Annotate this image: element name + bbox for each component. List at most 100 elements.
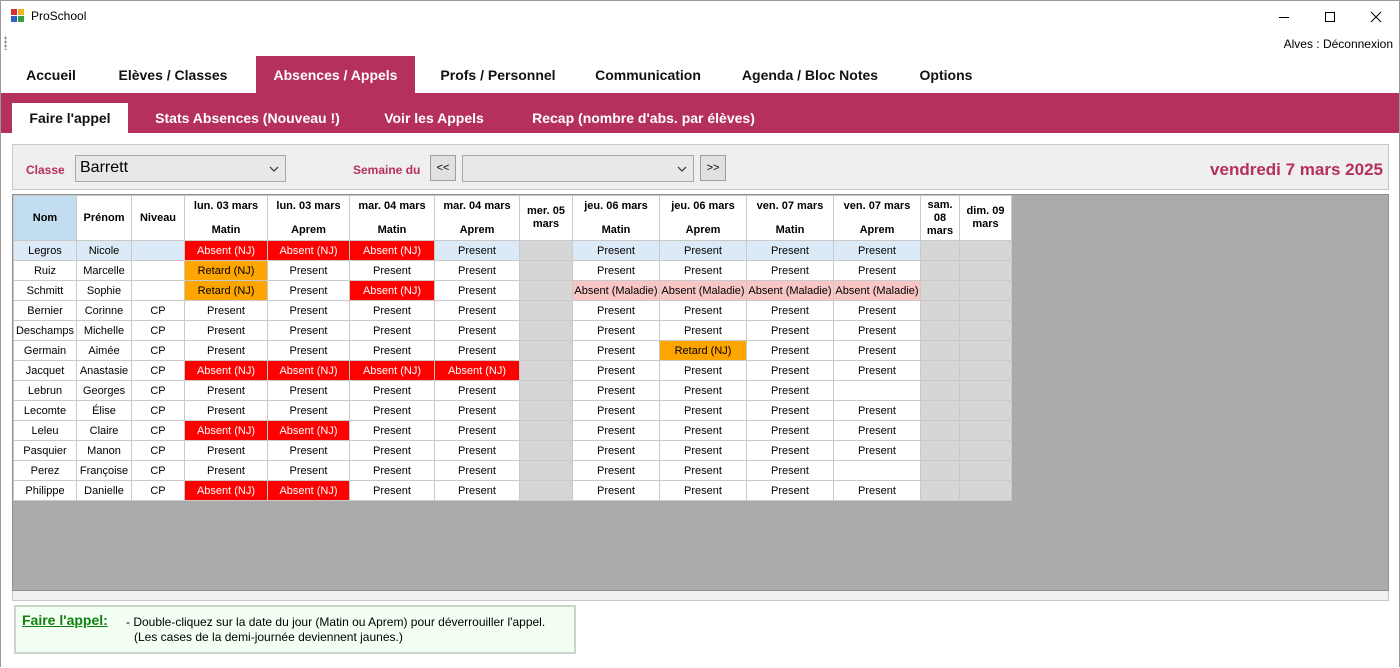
attendance-cell[interactable]: Present xyxy=(746,340,834,361)
attendance-cell[interactable]: Present xyxy=(833,420,921,441)
attendance-cell[interactable] xyxy=(519,300,573,321)
attendance-cell[interactable]: Present xyxy=(184,320,268,341)
attendance-cell[interactable]: Present xyxy=(434,280,520,301)
attendance-cell[interactable]: Present xyxy=(434,240,520,261)
attendance-cell[interactable]: Present xyxy=(746,440,834,461)
attendance-cell[interactable]: Retard (NJ) xyxy=(184,260,268,281)
attendance-cell[interactable] xyxy=(920,420,960,441)
attendance-cell[interactable] xyxy=(959,260,1012,281)
attendance-cell[interactable]: Present xyxy=(572,320,660,341)
attendance-cell[interactable]: Present xyxy=(267,280,350,301)
student-level[interactable]: CP xyxy=(131,380,185,401)
attendance-cell[interactable] xyxy=(959,360,1012,381)
student-level[interactable]: CP xyxy=(131,360,185,381)
column-header[interactable]: Niveau xyxy=(131,195,185,241)
table-row[interactable]: Philippe Danielle CP Absent (NJ) Absent (NJ)… xyxy=(13,480,1012,501)
attendance-cell[interactable] xyxy=(959,480,1012,501)
attendance-cell[interactable]: Present xyxy=(572,300,660,321)
student-first-name[interactable]: Nicole xyxy=(76,240,132,261)
student-first-name[interactable]: Élise xyxy=(76,400,132,421)
table-row[interactable]: Bernier Corinne CP Present Present Present Pre… xyxy=(13,300,1012,321)
column-header[interactable]: mar. 04 mars Matin xyxy=(349,195,435,241)
attendance-cell[interactable]: Present xyxy=(833,360,921,381)
column-header[interactable]: lun. 03 mars Matin xyxy=(184,195,268,241)
student-last-name[interactable]: Lebrun xyxy=(13,380,77,401)
attendance-cell[interactable]: Present xyxy=(349,320,435,341)
user-logout-link[interactable]: Alves : Déconnexion xyxy=(1284,37,1393,51)
table-row[interactable]: Ruiz Marcelle Retard (NJ) Present Present Pre… xyxy=(13,260,1012,281)
attendance-cell[interactable]: Present xyxy=(833,320,921,341)
attendance-cell[interactable]: Present xyxy=(572,260,660,281)
tab-agenda-bloc-notes[interactable]: Agenda / Bloc Notes xyxy=(725,56,895,93)
attendance-cell[interactable] xyxy=(519,280,573,301)
previous-week-button[interactable]: << xyxy=(430,155,456,181)
column-header[interactable]: ven. 07 mars Matin xyxy=(746,195,834,241)
student-first-name[interactable]: Anastasie xyxy=(76,360,132,381)
attendance-cell[interactable]: Present xyxy=(746,320,834,341)
attendance-cell[interactable] xyxy=(920,440,960,461)
attendance-cell[interactable]: Present xyxy=(572,440,660,461)
attendance-cell[interactable] xyxy=(519,240,573,261)
attendance-cell[interactable]: Absent (Maladie) xyxy=(833,280,921,301)
attendance-cell[interactable]: Absent (Maladie) xyxy=(572,280,660,301)
attendance-cell[interactable]: Present xyxy=(659,260,747,281)
student-first-name[interactable]: Danielle xyxy=(76,480,132,501)
attendance-cell[interactable]: Present xyxy=(572,360,660,381)
attendance-cell[interactable] xyxy=(519,400,573,421)
attendance-cell[interactable] xyxy=(920,300,960,321)
attendance-cell[interactable]: Present xyxy=(434,400,520,421)
attendance-cell[interactable]: Present xyxy=(349,400,435,421)
attendance-cell[interactable]: Present xyxy=(659,480,747,501)
horizontal-scrollbar[interactable] xyxy=(12,591,1389,601)
attendance-cell[interactable]: Absent (NJ) xyxy=(184,360,268,381)
attendance-cell[interactable]: Present xyxy=(349,340,435,361)
attendance-cell[interactable]: Absent (NJ) xyxy=(349,240,435,261)
student-level[interactable]: CP xyxy=(131,300,185,321)
attendance-cell[interactable]: Present xyxy=(746,300,834,321)
attendance-cell[interactable] xyxy=(920,480,960,501)
attendance-cell[interactable]: Present xyxy=(572,460,660,481)
attendance-cell[interactable]: Present xyxy=(833,400,921,421)
subtab-recap[interactable]: Recap (nombre d'abs. par élèves) xyxy=(511,103,776,133)
table-row[interactable]: Lecomte Élise CP Present Present Present Prese… xyxy=(13,400,1012,421)
student-level[interactable]: CP xyxy=(131,440,185,461)
attendance-cell[interactable]: Present xyxy=(746,400,834,421)
attendance-cell[interactable]: Present xyxy=(184,340,268,361)
table-row[interactable]: Leleu Claire CP Absent (NJ) Absent (NJ) Prese… xyxy=(13,420,1012,441)
table-row[interactable]: Jacquet Anastasie CP Absent (NJ) Absent (NJ)… xyxy=(13,360,1012,381)
maximize-button[interactable] xyxy=(1307,1,1353,32)
tab-accueil[interactable]: Accueil xyxy=(9,56,93,93)
grip-handle-icon[interactable] xyxy=(4,36,7,50)
attendance-cell[interactable]: Present xyxy=(833,240,921,261)
attendance-cell[interactable]: Present xyxy=(434,420,520,441)
attendance-cell[interactable]: Present xyxy=(267,460,350,481)
attendance-cell[interactable] xyxy=(920,400,960,421)
attendance-cell[interactable]: Present xyxy=(833,440,921,461)
student-last-name[interactable]: Jacquet xyxy=(13,360,77,381)
student-last-name[interactable]: Schmitt xyxy=(13,280,77,301)
attendance-cell[interactable] xyxy=(833,380,921,401)
tab-profs-personnel[interactable]: Profs / Personnel xyxy=(425,56,571,93)
column-header[interactable]: mer. 05 mars xyxy=(519,195,573,241)
attendance-cell[interactable]: Present xyxy=(659,360,747,381)
minimize-button[interactable] xyxy=(1261,1,1307,32)
student-last-name[interactable]: Pasquier xyxy=(13,440,77,461)
table-row[interactable]: Deschamps Michelle CP Present Present Present… xyxy=(13,320,1012,341)
attendance-cell[interactable]: Absent (NJ) xyxy=(349,280,435,301)
attendance-cell[interactable] xyxy=(959,400,1012,421)
column-header[interactable]: sam. 08 mars xyxy=(920,195,960,241)
attendance-cell[interactable]: Present xyxy=(434,260,520,281)
attendance-cell[interactable] xyxy=(519,340,573,361)
attendance-cell[interactable]: Absent (NJ) xyxy=(267,360,350,381)
attendance-cell[interactable] xyxy=(920,280,960,301)
attendance-cell[interactable] xyxy=(920,340,960,361)
student-first-name[interactable]: Corinne xyxy=(76,300,132,321)
attendance-cell[interactable]: Present xyxy=(572,380,660,401)
attendance-cell[interactable] xyxy=(519,320,573,341)
student-last-name[interactable]: Bernier xyxy=(13,300,77,321)
attendance-cell[interactable]: Present xyxy=(659,240,747,261)
student-last-name[interactable]: Lecomte xyxy=(13,400,77,421)
attendance-cell[interactable]: Present xyxy=(349,440,435,461)
student-first-name[interactable]: Claire xyxy=(76,420,132,441)
attendance-cell[interactable]: Retard (NJ) xyxy=(659,340,747,361)
